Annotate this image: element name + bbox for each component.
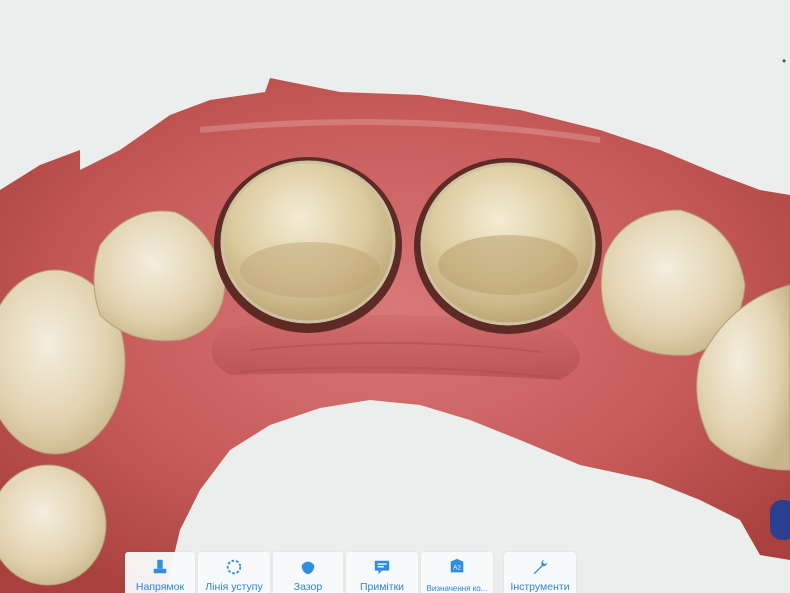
tooth-left-lower (0, 464, 107, 586)
view-cube-marker[interactable]: • (782, 54, 788, 68)
wrench-icon (530, 557, 550, 576)
margin-line-icon (224, 557, 244, 576)
define-button[interactable]: A2 Визначення ко... (421, 552, 493, 593)
tools-label: Інструменти (510, 581, 570, 593)
define-label: Визначення ко... (426, 584, 488, 593)
notes-icon (372, 557, 392, 576)
direction-label: Напрямок (135, 581, 185, 593)
prep-left-central (220, 160, 396, 324)
notes-label: Примітки (359, 581, 405, 593)
bottom-toolbar: Напрямок Лінія уступу Зазор Примітки A2 … (125, 552, 579, 593)
notes-button[interactable]: Примітки (346, 552, 418, 593)
direction-button[interactable]: Напрямок (125, 552, 195, 593)
define-icon: A2 (447, 557, 467, 577)
scan-viewport[interactable] (0, 0, 790, 593)
margin-line-button[interactable]: Лінія уступу (198, 552, 270, 593)
margin-line-label: Лінія уступу (205, 581, 263, 593)
gap-button[interactable]: Зазор (273, 552, 343, 593)
gap-label: Зазор (293, 581, 323, 593)
side-handle[interactable] (770, 500, 790, 540)
gap-icon (298, 557, 318, 576)
direction-icon (150, 557, 170, 576)
svg-text:A2: A2 (453, 565, 461, 572)
tools-button[interactable]: Інструменти (504, 552, 576, 593)
